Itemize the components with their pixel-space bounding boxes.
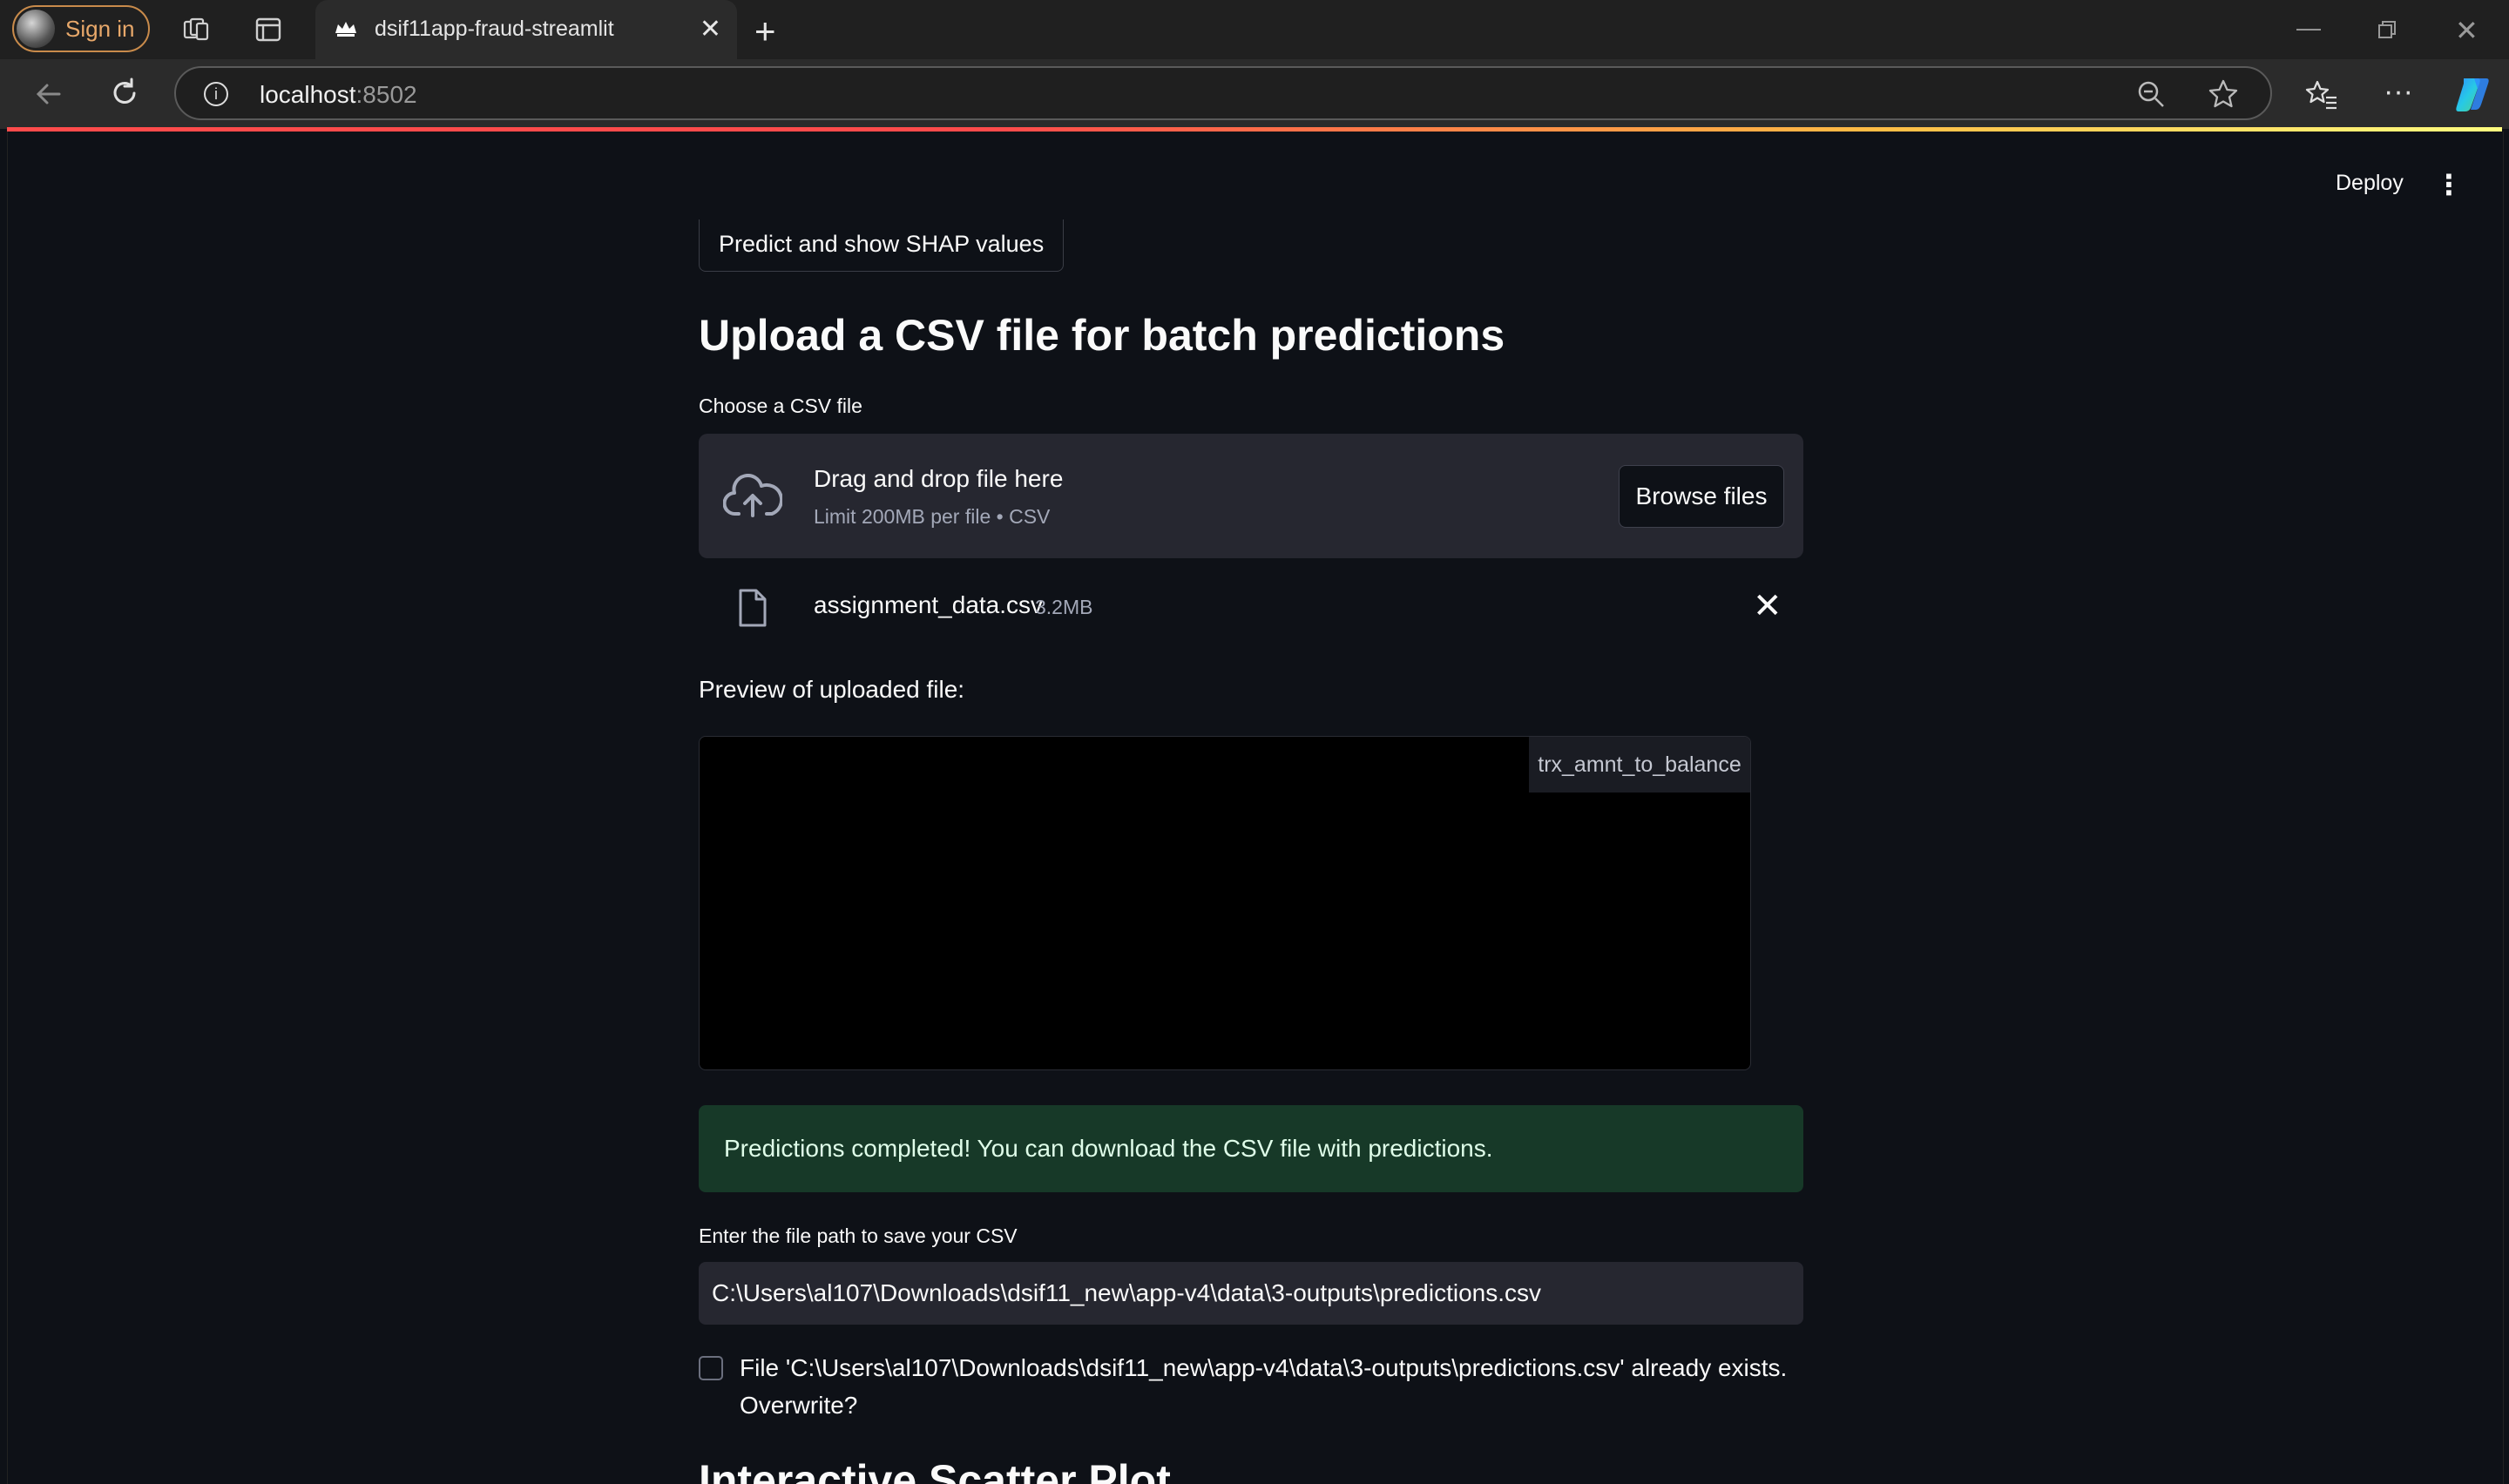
sign-in-button[interactable]: Sign in [12,5,150,52]
address-host: localhost [260,81,356,108]
address-text[interactable]: localhost:8502 [260,81,417,109]
uploaded-file-name: assignment_data.csv [814,591,1044,618]
copilot-icon[interactable] [2452,73,2493,115]
overwrite-label[interactable]: File 'C:\Users\al107\Downloads\dsif11_ne… [740,1349,1802,1424]
tab-title: dsif11app-fraud-streamlit [375,17,614,41]
zoom-icon[interactable] [2136,79,2166,109]
predict-shap-button[interactable]: Predict and show SHAP values [699,219,1065,272]
remove-file-icon[interactable]: ✕ [1753,586,1782,626]
preview-label: Preview of uploaded file: [699,676,965,703]
upload-heading: Upload a CSV file for batch predictions [699,311,1505,360]
address-bar[interactable]: i localhost:8502 [174,66,2272,120]
profile-avatar [17,10,55,48]
uploaded-file-row: assignment_data.csv 3.2MB ✕ [699,576,1803,637]
new-tab-icon[interactable]: + [754,10,776,52]
column-header[interactable]: trx_amnt_to_balance [1529,737,1750,793]
favorite-star-icon[interactable] [2208,78,2239,110]
cloud-upload-icon [723,474,782,517]
save-path-input[interactable] [699,1262,1803,1325]
workspaces-icon[interactable] [181,15,211,44]
uploaded-file-size: 3.2MB [1035,596,1093,618]
tab-close-icon[interactable]: ✕ [700,14,721,44]
file-uploader-label: Choose a CSV file [699,395,862,417]
streamlit-app: Deploy ⋮ Predict and show SHAP values Up… [7,132,2504,1484]
refresh-icon[interactable] [108,77,141,110]
main-menu-icon[interactable]: ⋮ [2435,168,2463,201]
minimize-icon[interactable]: — [2296,14,2321,42]
dropzone-limit: Limit 200MB per file • CSV [814,505,1051,528]
favorites-icon[interactable] [2305,78,2338,111]
more-icon[interactable]: ··· [2384,77,2413,106]
address-port: :8502 [355,81,417,108]
save-path-label: Enter the file path to save your CSV [699,1224,1018,1247]
preview-dataframe[interactable]: trx_amnt_to_balance [699,736,1751,1070]
streamlit-crown-icon [335,22,356,37]
restore-icon[interactable] [2377,19,2397,40]
sign-in-label: Sign in [65,15,135,42]
overwrite-checkbox[interactable] [699,1356,723,1380]
back-icon[interactable] [33,78,64,110]
scatter-plot-heading: Interactive Scatter Plot [699,1456,1171,1484]
browse-files-button[interactable]: Browse files [1619,465,1784,528]
file-dropzone[interactable]: Drag and drop file here Limit 200MB per … [699,434,1803,558]
deploy-button[interactable]: Deploy [2336,171,2404,196]
site-info-icon[interactable]: i [204,82,228,106]
file-icon [739,589,767,627]
browser-tab-bar: Sign in dsif11app-fraud-streamlit ✕ + — … [0,0,2509,59]
tab-streamlit-app[interactable]: dsif11app-fraud-streamlit ✕ [315,0,737,59]
success-alert: Predictions completed! You can download … [699,1105,1803,1192]
browser-toolbar: i localhost:8502 ··· [0,59,2509,129]
close-window-icon[interactable]: ✕ [2455,14,2479,47]
dropzone-title: Drag and drop file here [814,465,1064,492]
tab-actions-icon[interactable] [254,16,282,44]
